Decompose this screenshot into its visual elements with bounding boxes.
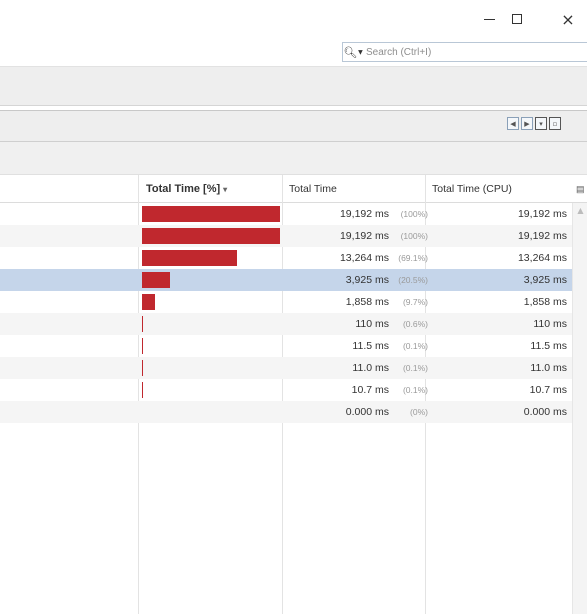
total-time-percent: (0.1%) xyxy=(402,385,428,395)
total-time-cell: 19,192 ms (100%) xyxy=(282,203,428,225)
total-time-cell: 3,925 ms (20.5%) xyxy=(282,269,428,291)
total-time-value: 11.5 ms xyxy=(352,340,389,352)
toolbar-area xyxy=(0,66,587,106)
total-time-cpu-cell: 110 ms xyxy=(533,318,567,330)
percent-bar xyxy=(142,228,280,244)
total-time-value: 19,192 ms xyxy=(339,208,389,220)
column-chooser-icon[interactable]: ▤ xyxy=(576,175,585,203)
total-time-cpu-cell: 1,858 ms xyxy=(523,296,567,308)
table-row[interactable]: 110 ms (0.6%) 110 ms xyxy=(0,313,572,335)
table-row[interactable]: 13,264 ms (69.1%) 13,264 ms xyxy=(0,247,572,269)
close-button[interactable]: × xyxy=(553,9,583,29)
percent-bar xyxy=(142,272,170,288)
filter-bar xyxy=(0,142,587,175)
total-time-percent: (0.1%) xyxy=(402,341,428,351)
total-time-value: 1,858 ms xyxy=(345,296,389,308)
total-time-cell: 110 ms (0.6%) xyxy=(282,313,428,335)
percent-bar xyxy=(142,360,143,376)
total-time-cell: 11.5 ms (0.1%) xyxy=(282,335,428,357)
restore-icon[interactable]: ▫ xyxy=(549,117,561,130)
total-time-cpu-cell: 10.7 ms xyxy=(529,384,567,396)
nav-left-icon[interactable]: ◀ xyxy=(507,117,519,130)
search-icon[interactable]: 🔍︎ ▼ xyxy=(343,43,363,61)
search-box[interactable]: 🔍︎ ▼ Search (Ctrl+I) xyxy=(342,42,587,62)
total-time-percent: (69.1%) xyxy=(398,253,428,263)
total-time-value: 3,925 ms xyxy=(345,274,389,286)
percent-bar xyxy=(142,338,143,354)
table-row[interactable]: 11.5 ms (0.1%) 11.5 ms xyxy=(0,335,572,357)
total-time-value: 19,192 ms xyxy=(339,230,389,242)
minimize-icon xyxy=(483,18,495,20)
total-time-percent: (100%) xyxy=(400,231,428,241)
scroll-up-icon[interactable]: ▲ xyxy=(575,205,586,216)
total-time-percent: (0.1%) xyxy=(402,363,428,373)
table-row[interactable]: 19,192 ms (100%) 19,192 ms xyxy=(0,203,572,225)
total-time-cell: 13,264 ms (69.1%) xyxy=(282,247,428,269)
percent-bar xyxy=(142,206,280,222)
minimize-button[interactable] xyxy=(474,9,504,29)
total-time-cpu-cell: 0.000 ms xyxy=(523,406,567,418)
table-body: 19,192 ms (100%) 19,192 ms 19,192 ms (100%) 1… xyxy=(0,203,572,423)
total-time-value: 110 ms xyxy=(355,318,389,330)
sort-descending-icon: ▾ xyxy=(223,185,228,194)
total-time-percent: (0.6%) xyxy=(402,319,428,329)
column-header-total-time-cpu[interactable]: Total Time (CPU) xyxy=(432,175,512,203)
total-time-cpu-cell: 19,192 ms xyxy=(517,208,567,220)
total-time-value: 10.7 ms xyxy=(351,384,389,396)
total-time-cell: 10.7 ms (0.1%) xyxy=(282,379,428,401)
total-time-value: 13,264 ms xyxy=(339,252,389,264)
total-time-percent: (0%) xyxy=(410,407,428,417)
table-row[interactable]: 11.0 ms (0.1%) 11.0 ms xyxy=(0,357,572,379)
search-input[interactable]: Search (Ctrl+I) xyxy=(366,47,431,58)
vertical-scrollbar[interactable]: ▲ xyxy=(572,203,587,614)
total-time-percent: (9.7%) xyxy=(402,297,428,307)
total-time-value: 11.0 ms xyxy=(352,362,389,374)
total-time-cpu-cell: 3,925 ms xyxy=(523,274,567,286)
total-time-value: 0.000 ms xyxy=(345,406,389,418)
total-time-cell: 19,192 ms (100%) xyxy=(282,225,428,247)
dropdown-icon[interactable]: ▾ xyxy=(535,117,547,130)
view-nav-buttons: ◀ ▶ ▾ ▫ xyxy=(507,117,561,130)
maximize-button[interactable] xyxy=(502,9,532,29)
table-row[interactable]: 3,925 ms (20.5%) 3,925 ms xyxy=(0,269,572,291)
close-icon: × xyxy=(561,9,575,29)
table-row[interactable]: 0.000 ms (0%) 0.000 ms xyxy=(0,401,572,423)
column-header-total-time[interactable]: Total Time xyxy=(289,175,337,203)
table-header: Total Time [%] ▾ Total Time Total Time (C… xyxy=(0,175,587,203)
total-time-cpu-cell: 11.0 ms xyxy=(530,362,567,374)
table-row[interactable]: 10.7 ms (0.1%) 10.7 ms xyxy=(0,379,572,401)
total-time-cpu-cell: 11.5 ms xyxy=(530,340,567,352)
maximize-icon xyxy=(512,14,522,24)
total-time-cell: 0.000 ms (0%) xyxy=(282,401,428,423)
column-header-total-time-percent[interactable]: Total Time [%] ▾ xyxy=(146,175,227,203)
table-row[interactable]: 1,858 ms (9.7%) 1,858 ms xyxy=(0,291,572,313)
title-bar: × xyxy=(0,0,587,37)
total-time-percent: (100%) xyxy=(400,209,428,219)
total-time-cell: 11.0 ms (0.1%) xyxy=(282,357,428,379)
total-time-cell: 1,858 ms (9.7%) xyxy=(282,291,428,313)
view-toolbar xyxy=(0,110,587,142)
table-row[interactable]: 19,192 ms (100%) 19,192 ms xyxy=(0,225,572,247)
percent-bar xyxy=(142,316,143,332)
total-time-cpu-cell: 19,192 ms xyxy=(517,230,567,242)
total-time-percent: (20.5%) xyxy=(398,275,428,285)
nav-right-icon[interactable]: ▶ xyxy=(521,117,533,130)
percent-bar xyxy=(142,250,237,266)
percent-bar xyxy=(142,294,155,310)
total-time-cpu-cell: 13,264 ms xyxy=(517,252,567,264)
percent-bar xyxy=(142,382,143,398)
